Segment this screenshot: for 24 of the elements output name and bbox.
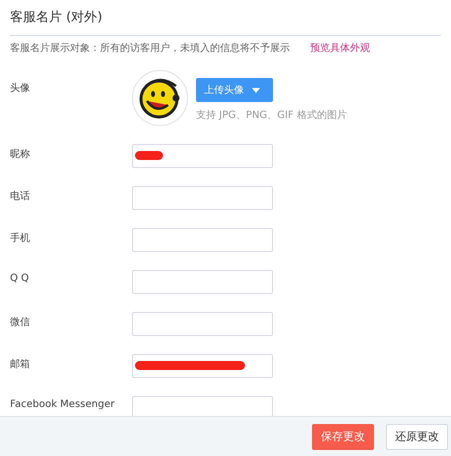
caret-icon (252, 88, 260, 92)
section-title: 客服名片 (对外) (10, 0, 441, 36)
input-field[interactable] (132, 228, 273, 252)
input-field[interactable] (132, 354, 273, 378)
input-field[interactable] (132, 144, 273, 168)
save-button[interactable]: 保存更改 (312, 424, 374, 450)
upload-hint: 支持 JPG、PNG、GIF 格式的图片 (196, 108, 347, 122)
preview-link[interactable]: 预览具体外观 (310, 41, 370, 55)
smiley-face-icon (138, 76, 182, 120)
input-field[interactable] (132, 312, 273, 336)
field-label: 手机 (10, 232, 31, 245)
field-label: Q Q (10, 272, 30, 284)
description-text: 客服名片展示对象：所有的访客用户，未填入的信息将不予展示 (10, 42, 290, 55)
input-field[interactable] (132, 396, 273, 416)
field-label: 邮箱 (10, 358, 31, 371)
field-label: 微信 (10, 316, 31, 329)
revert-button[interactable]: 还原更改 (386, 424, 448, 450)
field-label: 头像 (10, 82, 31, 95)
upload-avatar-button[interactable]: 上传头像 (196, 78, 273, 102)
input-field[interactable] (132, 270, 273, 294)
field-label: Facebook Messenger (10, 398, 116, 410)
input-field[interactable] (132, 186, 273, 210)
field-label: 昵称 (10, 148, 31, 161)
field-label: 电话 (10, 190, 31, 203)
